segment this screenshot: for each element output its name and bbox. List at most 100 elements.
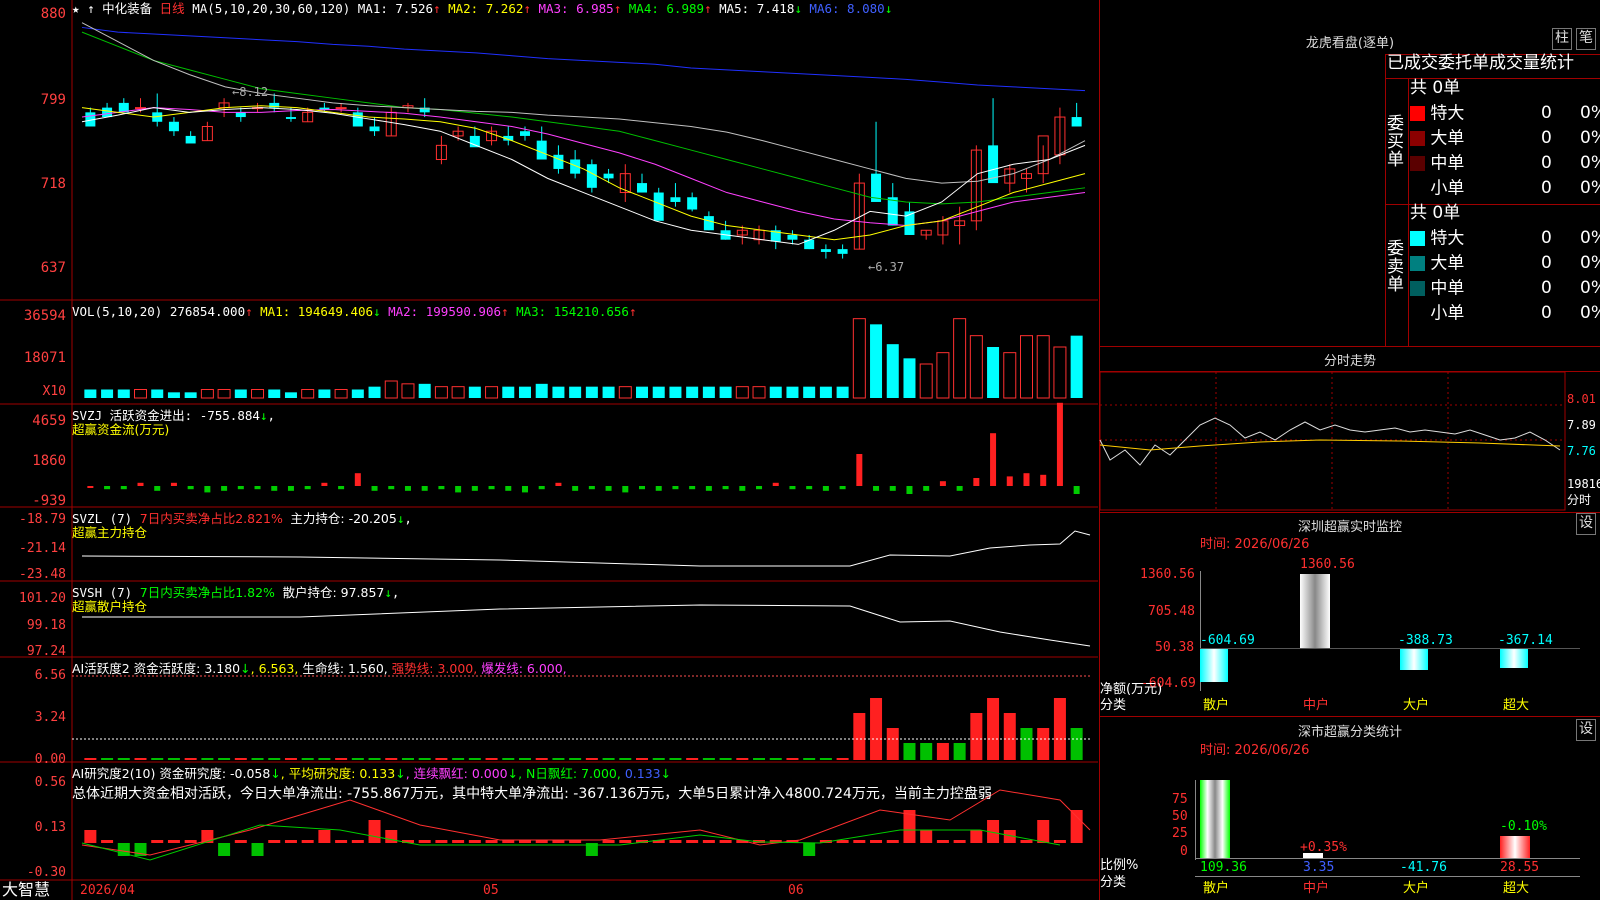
svzj-bar	[1006, 476, 1013, 486]
ai-tick: 3.24	[34, 710, 66, 725]
ai-bar	[1070, 728, 1083, 760]
sz-value: -388.73	[1398, 633, 1453, 648]
stroke-mode-button[interactable]: 笔	[1576, 28, 1596, 50]
svzj-bar	[455, 486, 462, 493]
sz-tick: 1360.56	[1140, 567, 1195, 582]
research-bar	[970, 830, 983, 843]
svzl-tick: -18.79	[19, 512, 66, 527]
ai-bar	[569, 758, 582, 760]
svzj-bar	[287, 486, 294, 491]
ma4-line	[81, 31, 1086, 205]
classify-axis	[1195, 780, 1196, 860]
svzj-bar	[237, 486, 244, 490]
research-tick: 0.56	[34, 775, 66, 790]
candle-body	[1071, 117, 1082, 127]
price-tick-label: 718	[41, 176, 66, 192]
research-bar	[251, 843, 264, 856]
svzj-bar	[1023, 473, 1030, 486]
volume-bar	[686, 386, 699, 398]
volume-bar	[334, 389, 348, 399]
volume-bar	[117, 389, 130, 398]
date-axis-label: 06	[788, 883, 804, 898]
volume-bar	[936, 352, 950, 399]
classify-cat-mid: 中户	[1303, 881, 1330, 896]
main-header: ★ ↑ 中化装备 日线 MA(5,10,20,30,60,120) MA1: 7…	[72, 1, 893, 16]
volume-bar	[953, 318, 967, 399]
candle-body	[102, 107, 113, 118]
svzj-tick-label: -939	[32, 493, 66, 509]
volume-bar	[351, 389, 364, 398]
date-axis-label: 2026/04	[80, 883, 135, 898]
svzj-bar	[839, 486, 846, 490]
sz-time: 时间: 2026/06/26	[1200, 537, 1310, 552]
research-bar	[351, 840, 364, 843]
bar-mode-button[interactable]: 柱	[1552, 28, 1572, 50]
svzj-bar	[1073, 486, 1080, 494]
volume-bar	[886, 344, 899, 398]
research-bar	[1070, 810, 1083, 843]
svzj-bar	[1056, 402, 1063, 486]
svzj-bar	[538, 486, 545, 490]
ai-bar	[970, 713, 983, 760]
research-bar	[719, 840, 732, 843]
svzj-bar	[622, 486, 629, 493]
research-tick: 0.13	[34, 820, 66, 835]
volume-bar	[652, 386, 665, 398]
classify-cat-large: 大户	[1403, 881, 1430, 896]
ai-bar	[702, 758, 715, 760]
volume-bar	[819, 386, 832, 398]
research-bar	[953, 840, 966, 843]
volume-bar	[969, 335, 983, 399]
svzj-tick-label: 1860	[32, 453, 66, 469]
ai-bar	[234, 758, 247, 760]
research-bar	[886, 840, 899, 843]
sz-class-label: 分类	[1100, 698, 1127, 713]
candle-body	[519, 131, 530, 136]
ai-bar	[301, 758, 314, 760]
classify-bar	[1200, 780, 1230, 858]
candle-body	[887, 197, 898, 226]
ai-bar	[485, 758, 498, 760]
svzj-bar	[889, 486, 896, 491]
classify-cat-xl: 超大	[1503, 881, 1530, 896]
ai-bar	[686, 758, 699, 760]
volume-bar	[870, 324, 883, 398]
sz-value: -604.69	[1200, 633, 1255, 648]
research-bar	[1053, 840, 1066, 843]
candle-body	[670, 197, 681, 202]
classify-bar	[1500, 836, 1530, 858]
volume-bar	[987, 347, 1000, 398]
ai-bar	[936, 743, 949, 760]
volume-bar	[451, 386, 465, 399]
svzl-tick: -21.14	[19, 541, 66, 556]
ai-bar	[552, 758, 565, 760]
research-bar	[284, 840, 297, 843]
ma1-line	[81, 107, 1086, 245]
ai-bar	[719, 758, 732, 760]
classify-cat-retail: 散户	[1203, 881, 1230, 896]
svzj-bar	[990, 433, 997, 486]
volume-bar	[134, 389, 148, 399]
svzl-line	[81, 530, 1091, 567]
svsh-header: SVSH (7) 7日内买卖净占比1.82% 散户持仓: 97.857↓,	[72, 585, 400, 600]
volume-bar	[1003, 352, 1017, 399]
research-bar	[602, 840, 615, 843]
volume-bar	[200, 389, 214, 399]
sz-settings-button[interactable]: 设	[1576, 513, 1596, 535]
candle-body	[653, 192, 664, 221]
volume-header: VOL(5,10,20) 276854.000↑ MA1: 194649.406…	[72, 304, 637, 319]
ai-bar	[819, 758, 832, 760]
svzj-bar	[471, 486, 478, 491]
ai-bar	[585, 758, 598, 760]
svzj-bar	[639, 486, 646, 490]
volume-bar	[1053, 346, 1067, 399]
ai-tick: 0.00	[34, 752, 66, 767]
research-bar	[920, 830, 933, 843]
svsh-subtitle: 超赢散户持仓	[72, 599, 148, 614]
panel-line	[1100, 512, 1600, 513]
classify-settings-button[interactable]: 设	[1576, 719, 1596, 741]
candle-body	[603, 173, 614, 179]
volume-bar	[401, 383, 415, 399]
svzj-bar	[271, 486, 278, 491]
research-bar	[151, 840, 164, 843]
